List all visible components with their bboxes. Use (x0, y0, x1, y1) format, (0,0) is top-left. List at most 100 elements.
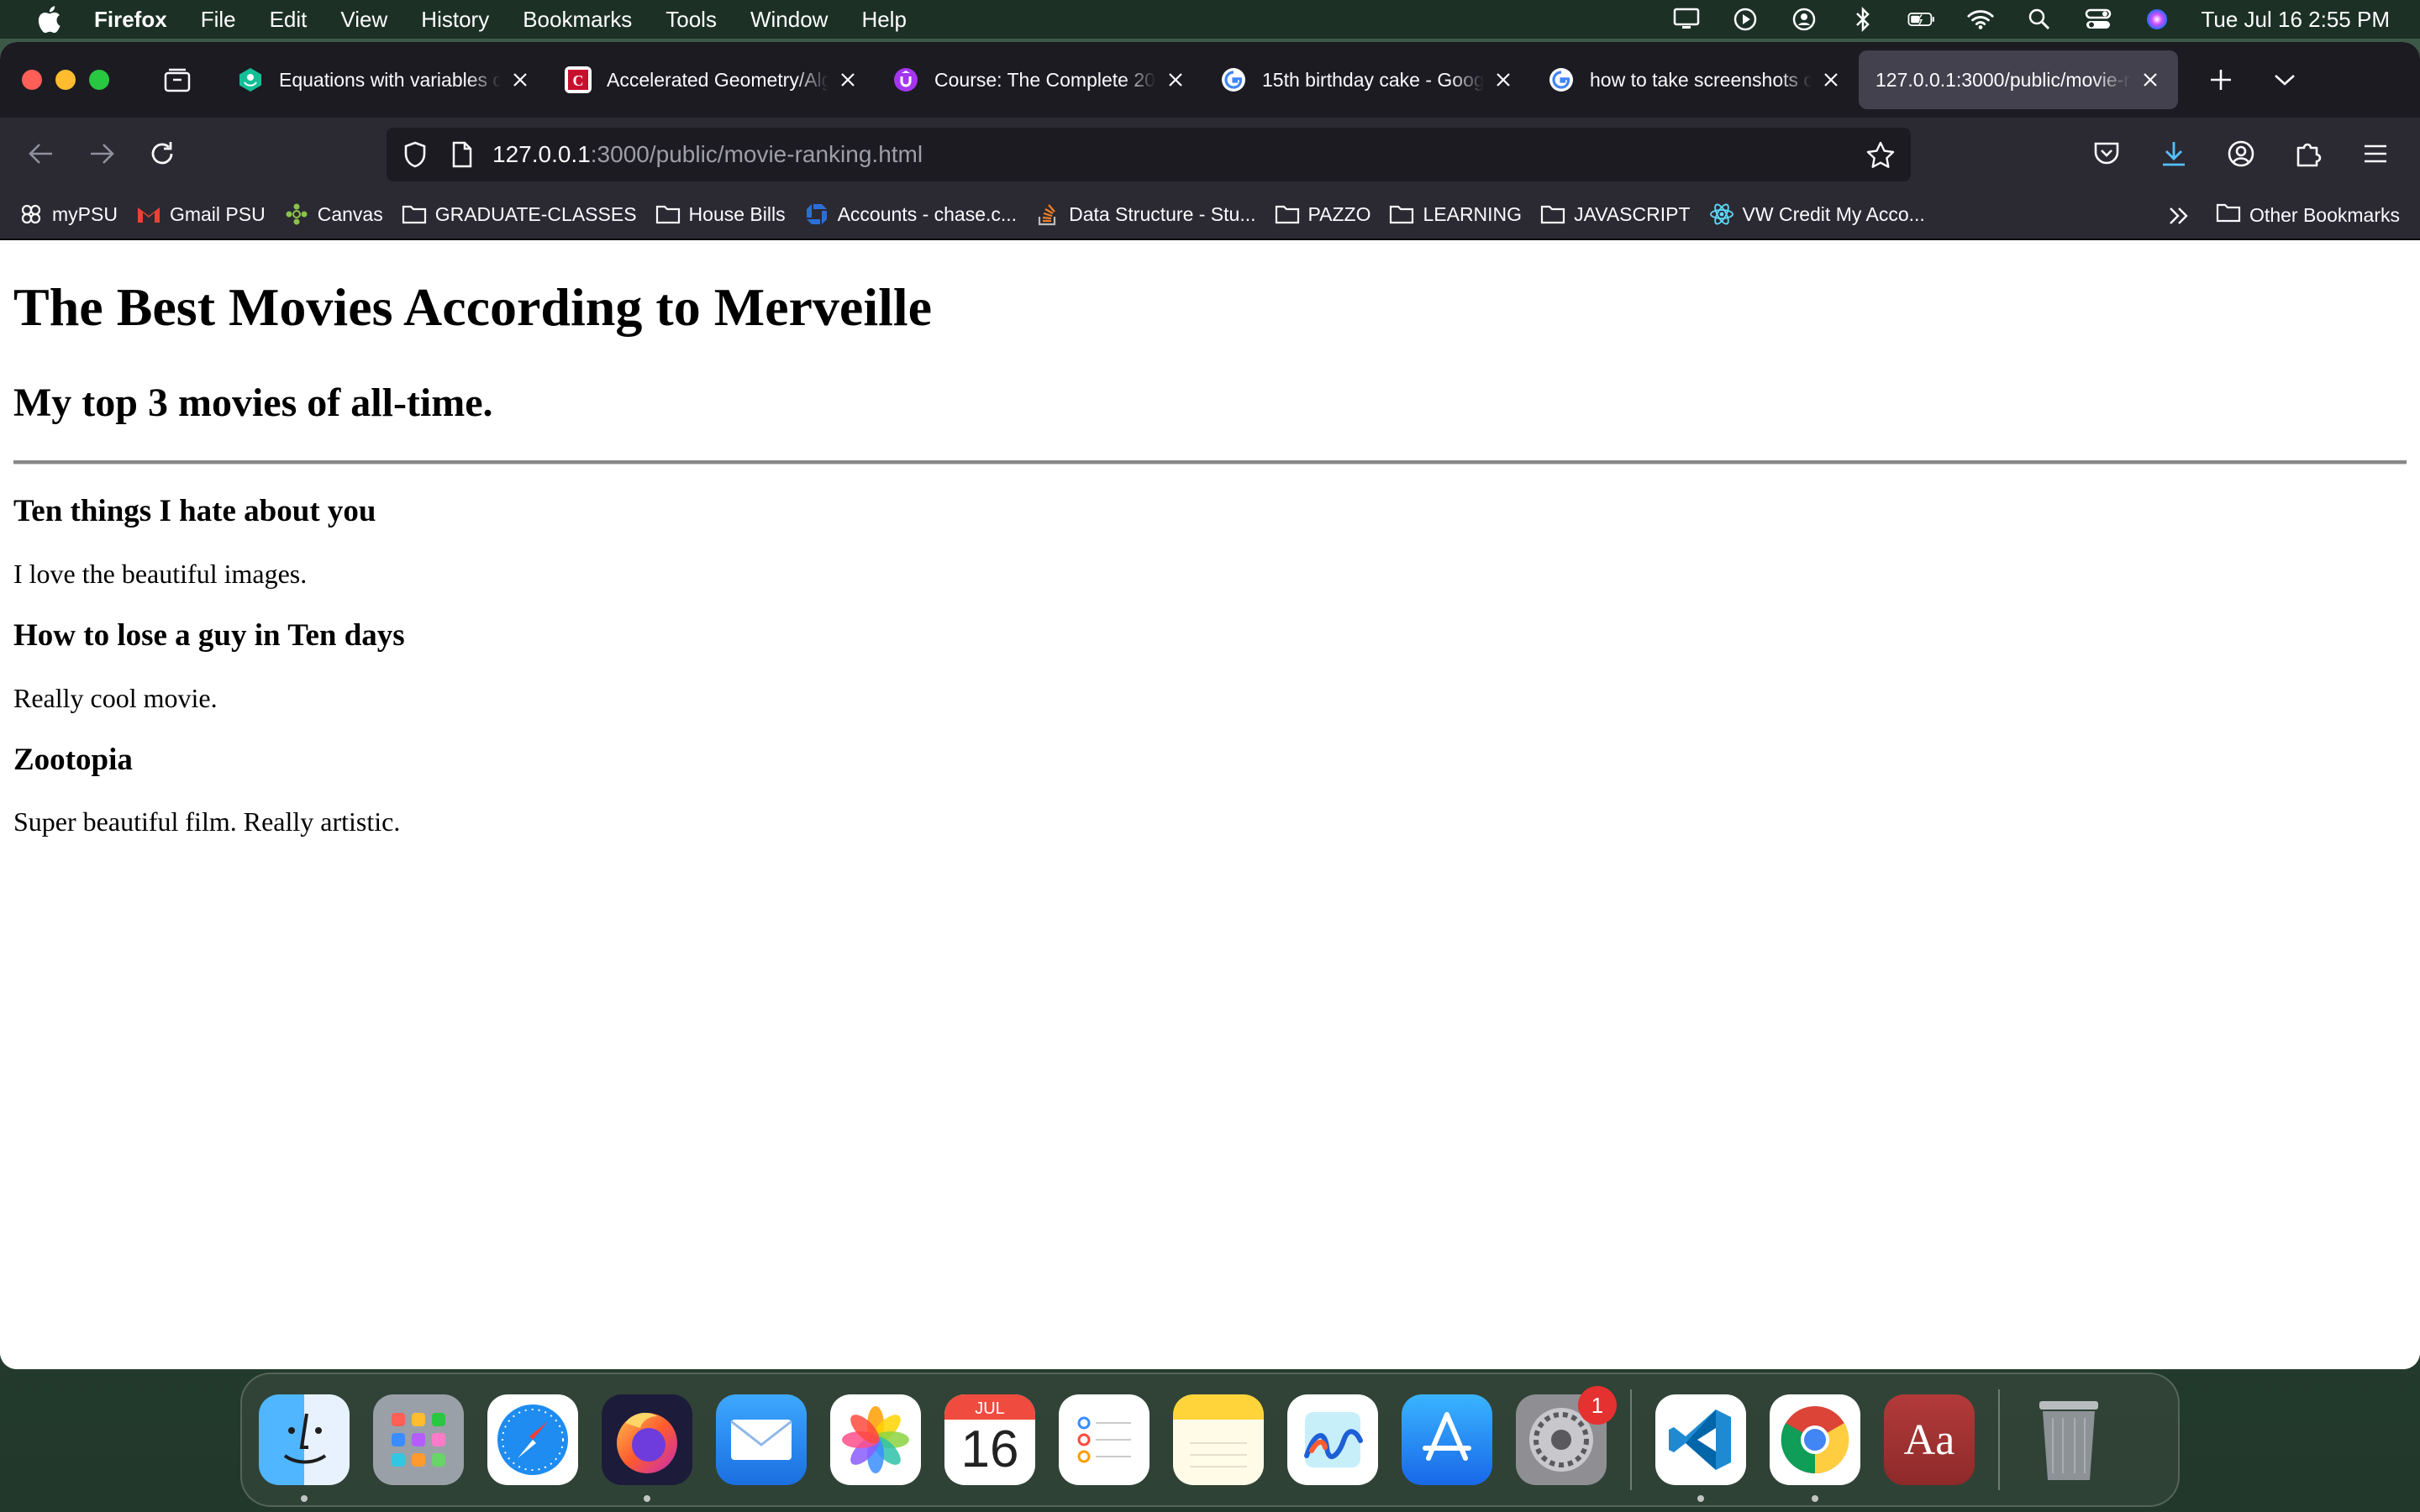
notes-icon[interactable] (1173, 1394, 1264, 1485)
movie-3-comment: Super beautiful film. Really artistic. (13, 806, 401, 837)
list-all-tabs-chevron-icon[interactable] (2264, 59, 2306, 101)
forward-arrow-icon[interactable] (81, 133, 123, 175)
siri-icon[interactable] (2143, 5, 2171, 34)
tab-accelerated-geometry[interactable]: C Accelerated Geometry/Algebra (548, 50, 876, 109)
bookmark-folder-house-bills[interactable]: House Bills (655, 202, 786, 227)
chrome-icon[interactable] (1770, 1394, 1860, 1502)
calendar-day: 16 (960, 1420, 1019, 1478)
address-bar[interactable]: 127.0.0.1:3000/public/movie-ranking.html (387, 128, 1911, 181)
battery-icon[interactable] (1907, 5, 1936, 34)
menu-view[interactable]: View (340, 7, 387, 33)
display-icon[interactable] (1672, 5, 1701, 34)
reminders-icon[interactable] (1059, 1394, 1150, 1485)
menu-tools[interactable]: Tools (666, 7, 717, 33)
bookmark-label: PAZZO (1307, 202, 1371, 225)
system-settings-icon[interactable]: 1 (1516, 1386, 1617, 1485)
browser-window: Equations with variables on both sides C… (0, 42, 2420, 1369)
psu-icon (18, 202, 44, 227)
calendar-month: JUL (975, 1399, 1005, 1418)
menu-help[interactable]: Help (861, 7, 906, 33)
launchpad-icon[interactable] (373, 1394, 464, 1485)
firefox-view-icon[interactable] (158, 60, 197, 99)
tab-screenshots-search[interactable]: how to take screenshots on mac (1531, 50, 1859, 109)
minimize-window-button[interactable] (55, 70, 76, 90)
menu-app-name[interactable]: Firefox (94, 7, 167, 33)
tab-close-icon[interactable] (1165, 69, 1186, 91)
google-icon (1548, 66, 1575, 93)
spotlight-search-icon[interactable] (2025, 5, 2054, 34)
mail-icon[interactable] (716, 1394, 807, 1485)
photos-icon[interactable] (830, 1394, 921, 1485)
dictionary-icon[interactable]: Aa (1884, 1394, 1975, 1485)
back-arrow-icon[interactable] (20, 133, 62, 175)
web-page-content: The Best Movies According to Merveille M… (0, 240, 2420, 1369)
menu-file[interactable]: File (201, 7, 236, 33)
bookmark-canvas[interactable]: Canvas (284, 202, 383, 227)
bookmark-mypsu[interactable]: myPSU (18, 202, 118, 227)
freeform-icon[interactable] (1287, 1394, 1378, 1485)
wifi-icon[interactable] (1966, 5, 1995, 34)
other-bookmarks-folder[interactable]: Other Bookmarks (2216, 190, 2400, 240)
menu-history[interactable]: History (421, 7, 489, 33)
firefox-icon[interactable] (602, 1394, 692, 1502)
bookmark-folder-graduate-classes[interactable]: GRADUATE-CLASSES (402, 202, 637, 227)
apple-menu-icon[interactable] (32, 3, 66, 36)
bookmark-folder-javascript[interactable]: JAVASCRIPT (1540, 202, 1691, 227)
tracking-protection-shield-icon[interactable] (398, 138, 432, 171)
reload-icon[interactable] (141, 133, 183, 175)
dock-divider (1998, 1389, 2000, 1490)
bookmark-folder-learning[interactable]: LEARNING (1389, 202, 1522, 227)
tab-close-icon[interactable] (837, 69, 859, 91)
calendar-icon[interactable]: JUL 16 (944, 1394, 1035, 1485)
safari-icon[interactable] (487, 1394, 578, 1485)
tab-close-icon[interactable] (1492, 69, 1514, 91)
dictionary-label: Aa (1903, 1415, 1955, 1464)
menu-bar-clock[interactable]: Tue Jul 16 2:55 PM (2202, 7, 2391, 33)
extensions-puzzle-icon[interactable] (2287, 133, 2329, 175)
folder-icon (1540, 202, 1565, 227)
bluetooth-icon[interactable] (1849, 5, 1877, 34)
downloads-icon[interactable] (2153, 133, 2195, 175)
control-center-icon[interactable] (2084, 5, 2112, 34)
tab-close-icon[interactable] (2139, 69, 2161, 91)
tab-equations[interactable]: Equations with variables on both sides (220, 50, 548, 109)
bookmark-vw-credit[interactable]: VW Credit My Acco... (1709, 202, 1925, 227)
vscode-icon[interactable] (1655, 1394, 1746, 1502)
user-account-icon[interactable] (1790, 5, 1818, 34)
menu-edit[interactable]: Edit (270, 7, 308, 33)
tab-course-web-development[interactable]: Course: The Complete 2024 Web Developmen… (876, 50, 1203, 109)
finder-icon[interactable] (259, 1394, 350, 1502)
tab-birthday-cake-search[interactable]: 15th birthday cake - Google Search (1203, 50, 1531, 109)
close-window-button[interactable] (22, 70, 42, 90)
play-icon[interactable] (1731, 5, 1760, 34)
account-icon[interactable] (2220, 133, 2262, 175)
trash-icon[interactable] (2023, 1394, 2114, 1485)
zoom-window-button[interactable] (89, 70, 109, 90)
react-icon (1709, 202, 1734, 227)
tab-close-icon[interactable] (509, 69, 531, 91)
hamburger-menu-icon[interactable] (2354, 133, 2396, 175)
bookmarks-overflow-chevron-icon[interactable] (2165, 202, 2193, 230)
tab-close-icon[interactable] (1820, 69, 1842, 91)
bookmark-label: House Bills (688, 202, 786, 225)
canvas-icon (284, 202, 309, 227)
bookmark-gmail-psu[interactable]: Gmail PSU (136, 202, 266, 227)
page-info-icon[interactable] (447, 139, 477, 170)
svg-text:C: C (573, 72, 584, 89)
navigation-toolbar: 127.0.0.1:3000/public/movie-ranking.html (0, 118, 2420, 190)
tab-movie-ranking-active[interactable]: 127.0.0.1:3000/public/movie-ranking.html (1859, 50, 2178, 109)
tab-strip: Equations with variables on both sides C… (0, 42, 2420, 118)
bookmark-folder-pazzo[interactable]: PAZZO (1275, 202, 1371, 227)
running-indicator (644, 1495, 650, 1502)
other-bookmarks-label: Other Bookmarks (2249, 203, 2400, 226)
menu-window[interactable]: Window (750, 7, 828, 33)
menu-bookmarks[interactable]: Bookmarks (523, 7, 632, 33)
pocket-icon[interactable] (2086, 133, 2128, 175)
bookmark-data-structure[interactable]: Data Structure - Stu... (1035, 202, 1256, 227)
new-tab-plus-icon[interactable] (2200, 59, 2242, 101)
bookmark-label: JAVASCRIPT (1574, 202, 1691, 225)
app-store-icon[interactable] (1402, 1394, 1492, 1485)
folder-icon (1389, 202, 1414, 227)
bookmark-star-icon[interactable] (1864, 138, 1897, 171)
bookmark-chase-accounts[interactable]: Accounts - chase.c... (804, 202, 1017, 227)
